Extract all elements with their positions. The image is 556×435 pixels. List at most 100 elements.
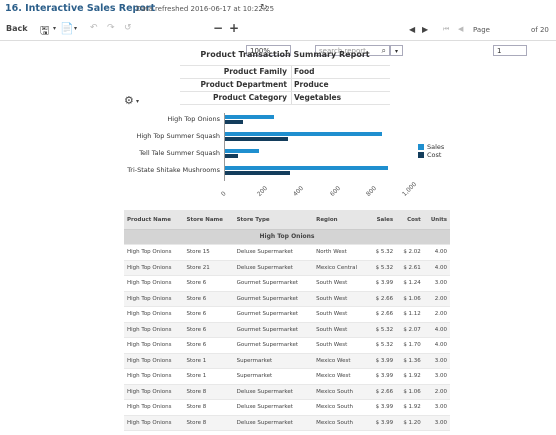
table-cell: High Top Onions	[124, 291, 184, 307]
table-cell: High Top Onions	[124, 306, 184, 323]
table-cell: Store 8	[183, 384, 234, 400]
column-header[interactable]: Store Name	[183, 210, 234, 230]
table-cell: $ 3.99	[368, 415, 397, 431]
table-cell: $ 3.99	[368, 275, 397, 292]
table-cell: South West	[313, 337, 369, 354]
table-row: High Top Onions Store 8 Deluxe Supermarket…	[124, 415, 450, 431]
table-cell: High Top Onions	[124, 275, 184, 292]
table-row: High Top Onions Store 21 Deluxe Supermarke…	[124, 260, 450, 276]
table-cell: Deluxe Supermarket	[233, 415, 314, 431]
table-cell: $ 5.32	[368, 244, 397, 261]
chart-x-tick-label: 200	[256, 184, 270, 198]
column-header[interactable]: Region	[313, 210, 369, 230]
table-cell: Mexico South	[313, 415, 369, 431]
legend-label-sales: Sales	[427, 143, 445, 151]
table-cell: Gourmet Supermarket	[233, 322, 314, 338]
table-cell: $ 5.32	[368, 322, 397, 338]
table-cell: High Top Onions	[124, 415, 184, 431]
table-row: High Top Onions Store 15 Deluxe Supermarke…	[124, 244, 450, 261]
chart-x-tick-label: 1,000	[401, 180, 419, 198]
table-cell: Store 6	[183, 306, 234, 323]
chart-bar-sales[interactable]	[225, 149, 260, 153]
table-cell: $ 3.99	[368, 353, 397, 369]
table-cell: 4.00	[423, 244, 450, 261]
chart-bar-sales[interactable]	[225, 115, 274, 119]
table-cell: Deluxe Supermarket	[233, 399, 314, 416]
table-cell: 4.00	[423, 322, 450, 338]
table-cell: Deluxe Supermarket	[233, 260, 314, 276]
table-cell: High Top Onions	[124, 399, 184, 416]
table-cell: $ 2.66	[368, 384, 397, 400]
table-row: High Top Onions Store 8 Deluxe Supermarket…	[124, 384, 450, 400]
table-cell: $ 1.12	[396, 306, 424, 323]
chart-bar-cost[interactable]	[225, 137, 289, 141]
table-cell: South West	[313, 275, 369, 292]
table-row: High Top Onions Store 6 Gourmet Supermarke…	[124, 337, 450, 354]
data-table: Product Name Store Name Store Type Region Sa…	[124, 210, 450, 431]
table-cell: 3.00	[423, 368, 450, 385]
table-cell: Store 1	[183, 353, 234, 369]
chart-category-label: Tell Tale Summer Squash	[139, 149, 220, 157]
table-cell: $ 1.70	[396, 337, 424, 354]
table-cell: Supermarket	[233, 353, 314, 369]
chart-bar-cost[interactable]	[225, 120, 244, 124]
table-cell: High Top Onions	[124, 244, 184, 261]
chart-bar-cost[interactable]	[225, 171, 291, 175]
table-header-row: Product Name Store Name Store Type Region Sa…	[124, 210, 450, 230]
table-cell: Deluxe Supermarket	[233, 244, 314, 261]
table-cell: $ 2.61	[396, 260, 424, 276]
table-cell: High Top Onions	[124, 384, 184, 400]
chart-x-tick-label: 400	[292, 184, 306, 198]
table-cell: High Top Onions	[124, 368, 184, 385]
table-cell: $ 2.66	[368, 291, 397, 307]
table-cell: High Top Onions	[124, 353, 184, 369]
table-cell: Store 8	[183, 415, 234, 431]
table-cell: $ 2.02	[396, 244, 424, 261]
column-header[interactable]: Units	[423, 210, 450, 230]
table-row: High Top Onions Store 6 Gourmet Supermarke…	[124, 306, 450, 323]
chart-x-tick-label: 0	[220, 190, 228, 198]
table-cell: High Top Onions	[124, 322, 184, 338]
table-cell: $ 1.92	[396, 399, 424, 416]
table-cell: Mexico West	[313, 368, 369, 385]
table-cell: Gourmet Supermarket	[233, 306, 314, 323]
chart-category-label: High Top Summer Squash	[136, 132, 220, 140]
column-header[interactable]: Product Name	[124, 210, 184, 230]
chart-x-tick-label: 600	[328, 184, 342, 198]
table-cell: Deluxe Supermarket	[233, 384, 314, 400]
column-header[interactable]: Store Type	[233, 210, 314, 230]
table-cell: Store 6	[183, 322, 234, 338]
table-cell: 3.00	[423, 415, 450, 431]
table-cell: $ 5.32	[368, 260, 397, 276]
chart-category-label: Tri-State Shitake Mushrooms	[127, 166, 220, 174]
group-label: High Top Onions	[124, 229, 450, 245]
table-cell: Mexico South	[313, 384, 369, 400]
table-row: High Top Onions Store 6 Gourmet Supermarke…	[124, 291, 450, 307]
column-header[interactable]: Cost	[396, 210, 424, 230]
table-row: High Top Onions Store 1 Supermarket Mexico …	[124, 353, 450, 369]
legend-label-cost: Cost	[427, 151, 442, 159]
table-cell: Store 15	[183, 244, 234, 261]
chart-bar-sales[interactable]	[225, 132, 383, 136]
table-cell: High Top Onions	[124, 337, 184, 354]
chart-bar-cost[interactable]	[225, 154, 238, 158]
table-cell: Gourmet Supermarket	[233, 337, 314, 354]
table-cell: North West	[313, 244, 369, 261]
table-row: High Top Onions Store 6 Gourmet Supermarke…	[124, 275, 450, 292]
table-cell: Mexico South	[313, 399, 369, 416]
chart-bar-sales[interactable]	[225, 166, 388, 170]
table-cell: Mexico West	[313, 353, 369, 369]
column-header[interactable]: Sales	[368, 210, 397, 230]
table-cell: 3.00	[423, 275, 450, 292]
table-cell: Store 8	[183, 399, 234, 416]
table-row: High Top Onions Store 1 Supermarket Mexico …	[124, 368, 450, 385]
table-row: High Top Onions Store 6 Gourmet Supermarke…	[124, 322, 450, 338]
table-cell: 4.00	[423, 337, 450, 354]
table-cell: $ 3.99	[368, 399, 397, 416]
table-cell: Store 6	[183, 337, 234, 354]
table-cell: Gourmet Supermarket	[233, 275, 314, 292]
legend-swatch-sales	[418, 144, 424, 150]
table-cell: $ 5.32	[368, 337, 397, 354]
bar-chart: High Top Onions High Top Summer Squash Tel…	[0, 0, 556, 205]
table-cell: Gourmet Supermarket	[233, 291, 314, 307]
